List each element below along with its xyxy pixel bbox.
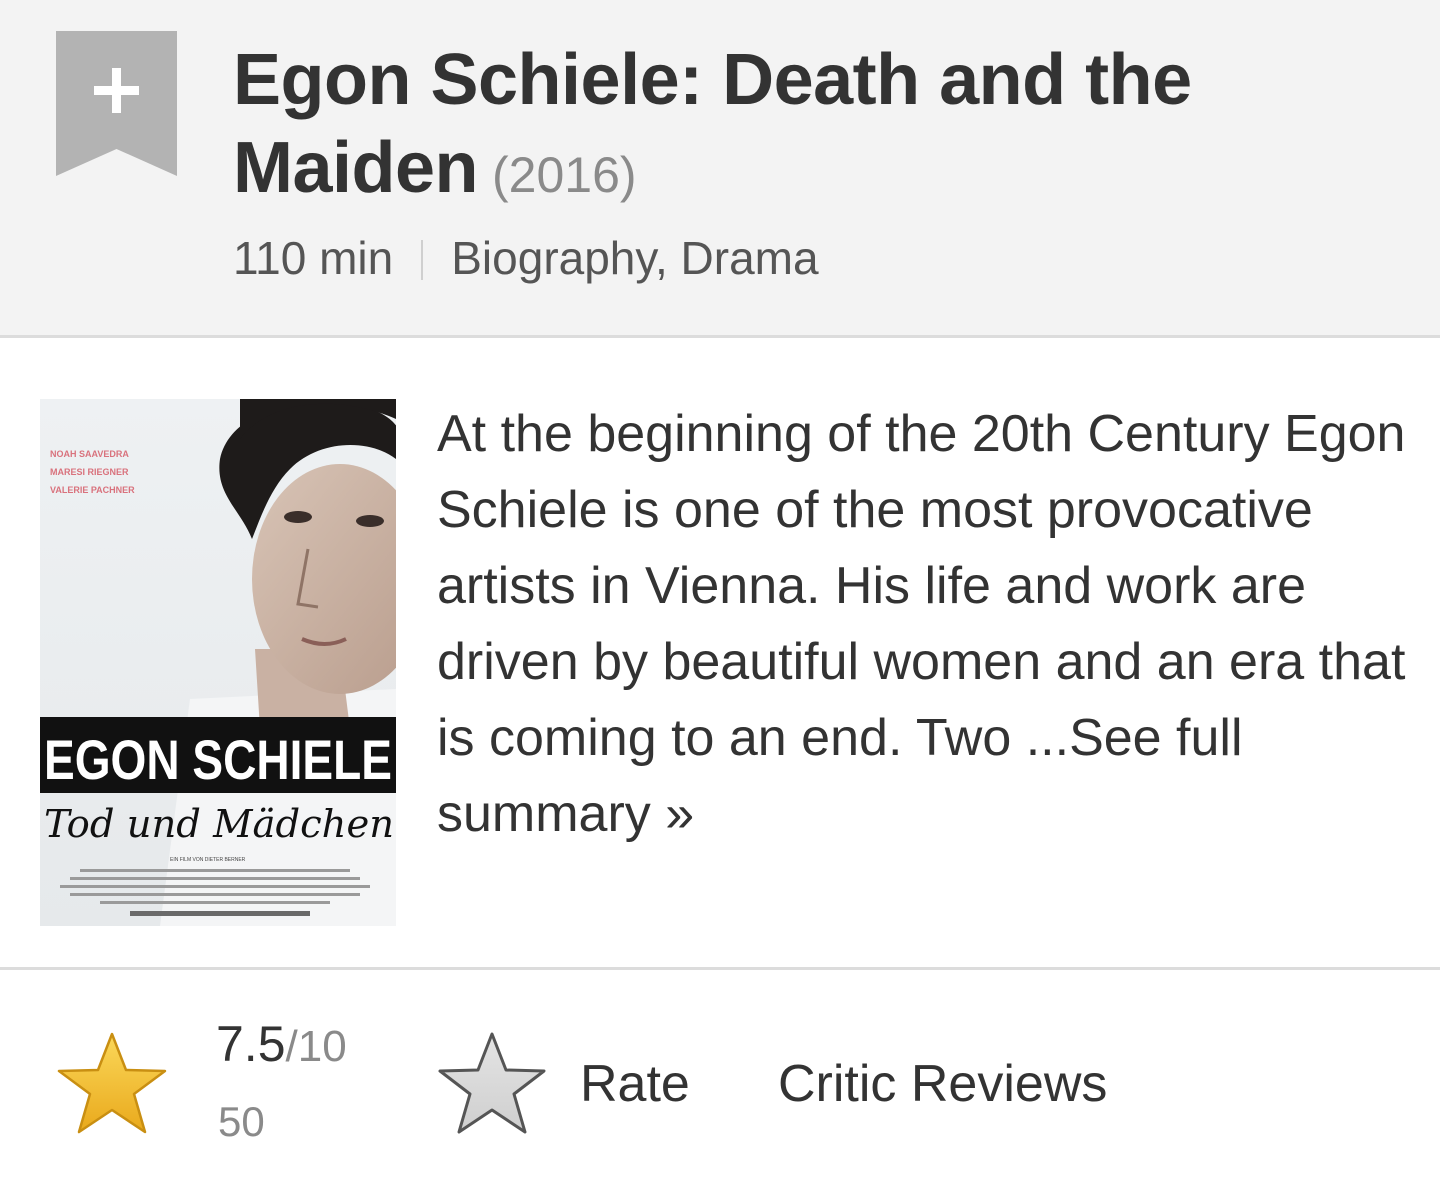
poster-cast-2: MARESI RIEGNER bbox=[50, 467, 129, 477]
genres: Biography, Drama bbox=[451, 232, 819, 284]
poster-cast-1: NOAH SAAVEDRA bbox=[50, 449, 129, 459]
runtime: 110 min bbox=[233, 232, 394, 284]
summary-section: NOAH SAAVEDRA MARESI RIEGNER VALERIE PAC… bbox=[0, 338, 1440, 970]
release-year: (2016) bbox=[492, 147, 637, 203]
plot-summary: At the beginning of the 20th Century Ego… bbox=[437, 396, 1417, 852]
poster-credit: EIN FILM VON DIETER BERNER bbox=[170, 857, 246, 863]
star-icon bbox=[57, 1032, 167, 1134]
title-block: Egon Schiele: Death and the Maiden (2016) bbox=[233, 36, 1413, 219]
poster-title: EGON SCHIELE bbox=[44, 728, 392, 791]
imdb-rating: 7.5/10 bbox=[216, 1014, 347, 1077]
star-outline-icon bbox=[438, 1032, 546, 1134]
add-to-watchlist-button[interactable] bbox=[56, 31, 177, 176]
rating-score: 7.5 bbox=[216, 1016, 286, 1072]
movie-title-text: Egon Schiele: Death and the Maiden bbox=[233, 40, 1192, 208]
movie-title: Egon Schiele: Death and the Maiden (2016) bbox=[233, 36, 1413, 219]
rating-bar: 7.5/10 50 Rate Critic Reviews bbox=[0, 970, 1440, 1204]
plus-ribbon-icon bbox=[56, 31, 177, 176]
plot-text: At the beginning of the 20th Century Ego… bbox=[437, 405, 1406, 767]
title-header: Egon Schiele: Death and the Maiden (2016)… bbox=[0, 0, 1440, 338]
movie-meta: 110 min Biography, Drama bbox=[233, 226, 819, 290]
poster-subtitle: Tod und Mädchen bbox=[44, 802, 394, 846]
rate-button[interactable]: Rate bbox=[437, 1030, 727, 1140]
meta-divider bbox=[421, 240, 424, 280]
rating-count: 50 bbox=[218, 1098, 265, 1145]
poster-image: NOAH SAAVEDRA MARESI RIEGNER VALERIE PAC… bbox=[40, 399, 396, 926]
rate-label: Rate bbox=[580, 1055, 690, 1113]
movie-poster[interactable]: NOAH SAAVEDRA MARESI RIEGNER VALERIE PAC… bbox=[40, 399, 396, 926]
critic-reviews-link[interactable]: Critic Reviews bbox=[778, 1052, 1107, 1116]
poster-cast-3: VALERIE PACHNER bbox=[50, 485, 135, 495]
rating-scale: /10 bbox=[285, 1022, 347, 1071]
